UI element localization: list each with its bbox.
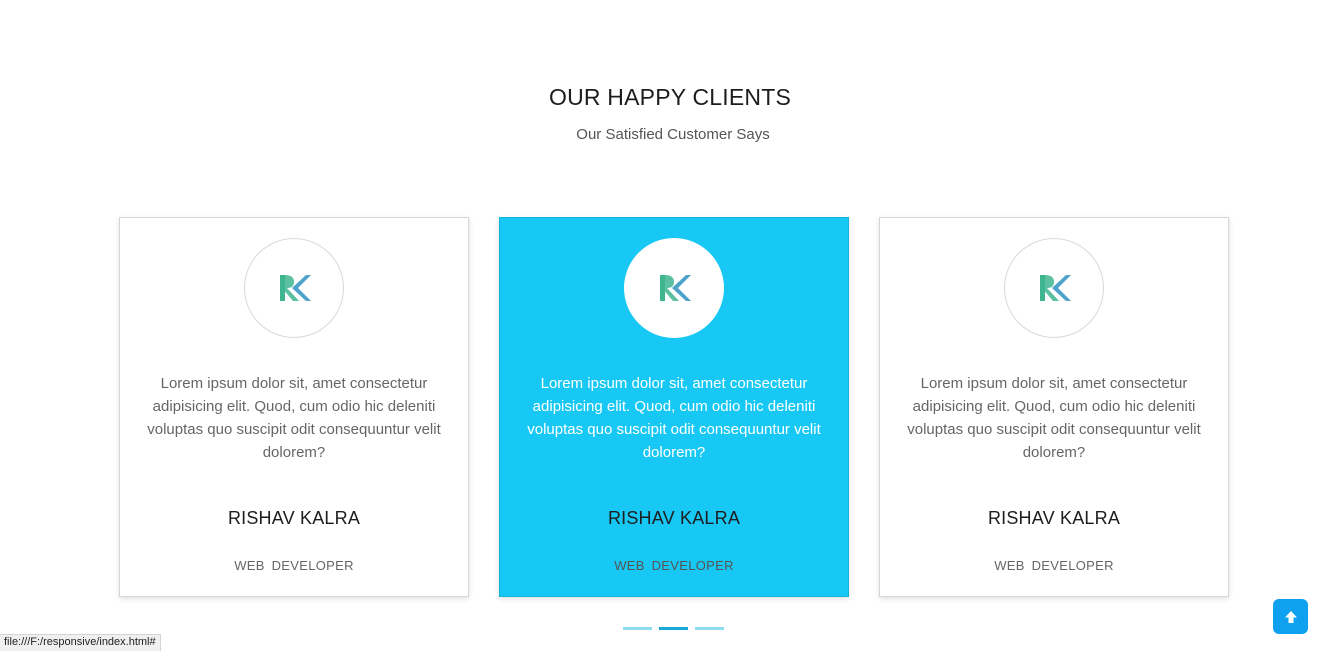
- testimonial-card-active: Lorem ipsum dolor sit, amet consectetur …: [499, 217, 849, 597]
- carousel-dot-1[interactable]: [623, 627, 652, 630]
- testimonial-quote: Lorem ipsum dolor sit, amet consectetur …: [147, 375, 441, 461]
- rk-logo-icon: [1040, 275, 1071, 301]
- client-avatar: [1004, 238, 1104, 338]
- carousel-dot-2[interactable]: [659, 627, 688, 630]
- client-name: RISHAV KALRA: [607, 508, 741, 528]
- client-avatar: [624, 238, 724, 338]
- arrow-up-icon: [1284, 610, 1297, 623]
- carousel-dot-3[interactable]: [695, 627, 724, 630]
- client-avatar: [244, 238, 344, 338]
- rk-logo-icon: [280, 275, 311, 301]
- rk-logo-icon: [660, 275, 691, 301]
- carousel-pager: [623, 627, 724, 630]
- client-role: WEB DEVELOPER: [614, 558, 734, 573]
- testimonial-card: Lorem ipsum dolor sit, amet consectetur …: [879, 217, 1229, 597]
- client-name: RISHAV KALRA: [987, 508, 1121, 528]
- status-bar-url: file:///F:/responsive/index.html#: [0, 634, 161, 651]
- section-title: OUR HAPPY CLIENTS: [549, 84, 791, 110]
- scroll-to-top-button[interactable]: [1273, 599, 1308, 634]
- section-subtitle: Our Satisfied Customer Says: [576, 126, 770, 143]
- testimonial-quote: Lorem ipsum dolor sit, amet consectetur …: [907, 375, 1201, 461]
- testimonial-card: Lorem ipsum dolor sit, amet consectetur …: [119, 217, 469, 597]
- client-role: WEB DEVELOPER: [994, 558, 1114, 573]
- client-name: RISHAV KALRA: [227, 508, 361, 528]
- client-role: WEB DEVELOPER: [234, 558, 354, 573]
- testimonial-quote: Lorem ipsum dolor sit, amet consectetur …: [527, 375, 821, 461]
